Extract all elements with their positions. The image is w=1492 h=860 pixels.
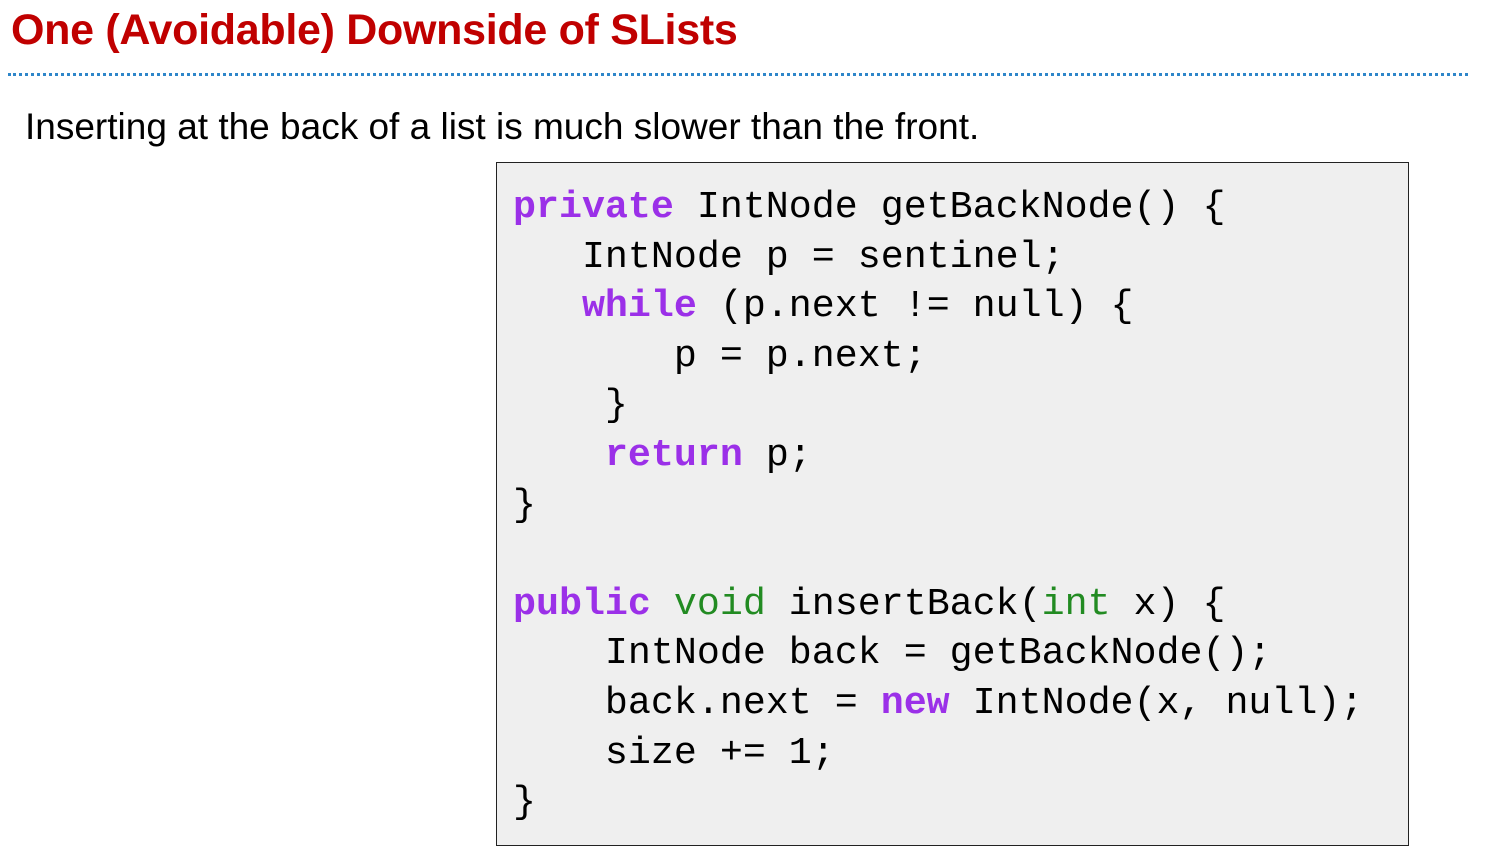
code-text: x) {: [1110, 581, 1226, 626]
code-line: IntNode back = getBackNode();: [513, 629, 1363, 679]
code-block: private IntNode getBackNode() { IntNode …: [496, 162, 1409, 846]
code-text: p = p.next;: [513, 333, 927, 378]
code-line: p = p.next;: [513, 332, 1363, 382]
code-keyword: private: [513, 185, 674, 229]
code-keyword: new: [880, 680, 950, 725]
code-text: size += 1;: [513, 730, 835, 775]
slide-subtitle: Inserting at the back of a list is much …: [25, 106, 980, 147]
code-keyword: public: [513, 581, 651, 626]
code-line: private IntNode getBackNode() {: [513, 183, 1363, 233]
code-keyword: return: [604, 432, 743, 477]
code-keyword: while: [581, 284, 697, 329]
code-line: }: [513, 778, 1363, 828]
code-type: int: [1041, 581, 1111, 626]
code-text: IntNode p = sentinel;: [513, 234, 1065, 279]
code-text: IntNode(x, null);: [949, 680, 1364, 725]
code-text: }: [513, 780, 536, 825]
slide-title: One (Avoidable) Downside of SLists: [11, 6, 738, 54]
code-line: return p;: [513, 431, 1363, 481]
code-type: void: [673, 581, 766, 626]
code-line: IntNode p = sentinel;: [513, 233, 1363, 283]
title-divider: [8, 73, 1468, 76]
code-text: back.next =: [513, 680, 881, 725]
code-text: IntNode back = getBackNode();: [513, 631, 1272, 676]
code-line: size += 1;: [513, 729, 1363, 779]
code-text: p;: [742, 432, 812, 477]
code-text: IntNode getBackNode() {: [673, 185, 1226, 229]
code-listing: private IntNode getBackNode() { IntNode …: [513, 183, 1363, 828]
code-text: }: [513, 383, 628, 428]
code-text: (p.next != null) {: [696, 284, 1134, 329]
code-line: }: [513, 481, 1363, 531]
code-text: insertBack(: [765, 581, 1042, 626]
code-text: }: [513, 482, 536, 527]
code-line: while (p.next != null) {: [513, 282, 1363, 332]
code-line: public void insertBack(int x) {: [513, 580, 1363, 630]
code-line: back.next = new IntNode(x, null);: [513, 679, 1363, 729]
code-line: }: [513, 381, 1363, 431]
